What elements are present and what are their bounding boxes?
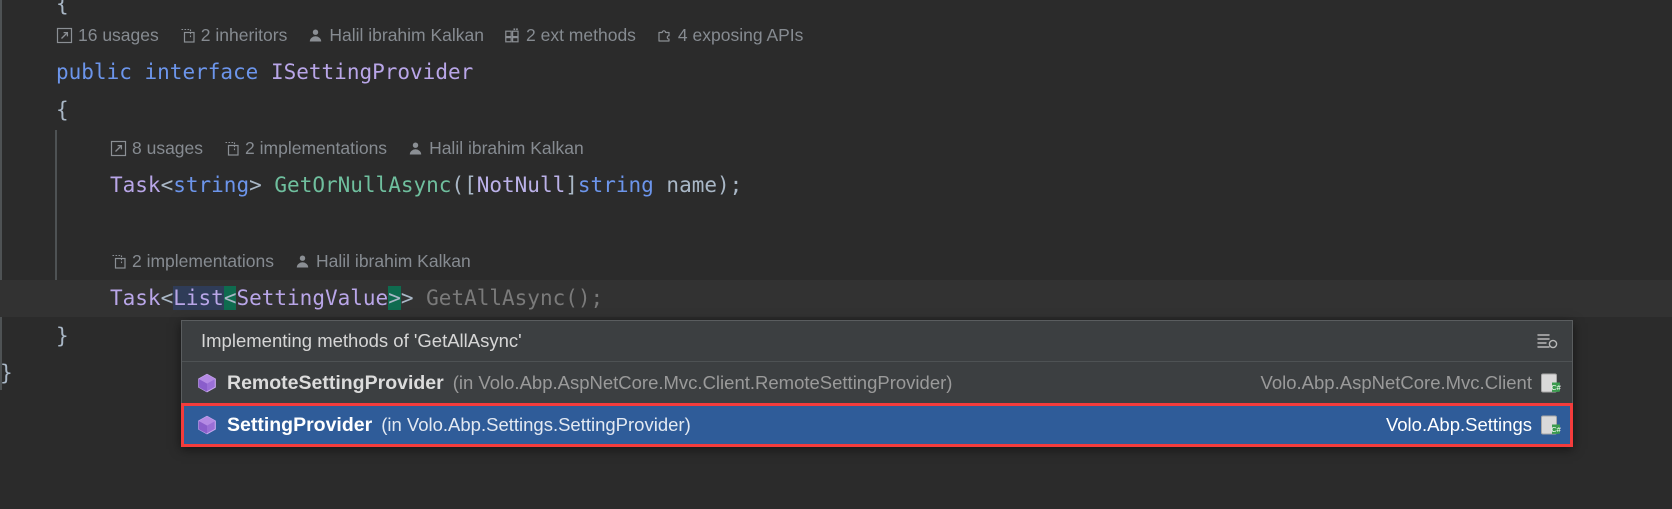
implementing-methods-popup[interactable]: Implementing methods of 'GetAllAsync' Re… <box>181 320 1573 447</box>
inlay-hint-author-person[interactable]: Halil ibrahim Kalkan <box>307 20 484 50</box>
inlay-hint-implementations[interactable]: 2 implementations <box>110 246 274 276</box>
code-token: List <box>173 286 224 310</box>
code-token: SettingValue <box>236 286 389 310</box>
code-token: < <box>160 173 174 197</box>
author-person-icon <box>294 253 311 270</box>
code-token: string <box>173 173 250 197</box>
code-token: public <box>56 60 132 84</box>
implementation-module: Volo.Abp.Settings <box>1385 414 1532 435</box>
code-token: ( <box>451 173 465 197</box>
code-token: GetOrNullAsync <box>274 173 452 197</box>
inlay-hint-ext-methods-grid[interactable]: 2 ext methods <box>504 20 636 50</box>
svg-text:C#: C# <box>1551 383 1561 392</box>
code-token: (); <box>565 286 604 310</box>
implementations-list[interactable]: RemoteSettingProvider (in Volo.Abp.AspNet… <box>181 362 1573 447</box>
popup-header: Implementing methods of 'GetAllAsync' <box>182 321 1572 362</box>
implementations-icon <box>110 253 127 270</box>
ext-methods-grid-icon <box>504 27 521 44</box>
code-token: NotNull <box>476 173 566 197</box>
inlay-hint-implementations[interactable]: 2 implementations <box>223 133 387 163</box>
usages-arrow-icon <box>56 27 73 44</box>
implementation-module: Volo.Abp.AspNetCore.Mvc.Client <box>1260 372 1532 393</box>
code-token: { <box>56 98 69 122</box>
code-token: ] <box>565 173 578 197</box>
implementation-location: (in Volo.Abp.Settings.SettingProvider) <box>381 414 691 435</box>
code-token: GetAllAsync <box>426 286 566 310</box>
inlay-hint-label: 16 usages <box>78 25 159 45</box>
inlay-hint-line: 16 usages 2 inheritors Halil ibrahim Kal… <box>0 20 1672 50</box>
code-line[interactable]: public interface ISettingProvider <box>0 54 1672 91</box>
author-person-icon <box>407 140 424 157</box>
implementation-module-group: Volo.Abp.AspNetCore.Mvc.Client C# <box>1261 372 1566 394</box>
implementation-row[interactable]: SettingProvider (in Volo.Abp.Settings.Set… <box>181 403 1573 447</box>
inlay-hint-label: 2 ext methods <box>526 25 636 45</box>
code-token: > <box>249 173 262 197</box>
code-token: < <box>223 286 237 310</box>
inlay-hint-label: 4 exposing APIs <box>677 25 804 45</box>
inlay-hint-label: 8 usages <box>132 138 204 158</box>
author-person-icon <box>307 27 324 44</box>
code-token: { <box>56 0 69 16</box>
inlay-hint-author-person[interactable]: Halil ibrahim Kalkan <box>294 246 471 276</box>
code-token: string <box>577 173 654 197</box>
code-token: ); <box>717 173 743 197</box>
code-token: [ <box>464 173 477 197</box>
inlay-hint-inheritors[interactable]: 2 inheritors <box>179 20 288 50</box>
code-token: Task <box>110 286 161 310</box>
usages-arrow-icon <box>110 140 127 157</box>
inlay-hint-label: Halil ibrahim Kalkan <box>329 25 484 45</box>
code-token: interface <box>144 60 259 84</box>
inlay-hint-usages-arrow[interactable]: 8 usages <box>110 133 203 163</box>
csharp-project-icon: C# <box>1540 414 1562 436</box>
exposing-apis-puzzle-icon <box>656 27 673 44</box>
implementation-row[interactable]: RemoteSettingProvider (in Volo.Abp.AspNet… <box>182 362 1572 404</box>
inlay-hint-label: 2 implementations <box>132 251 275 271</box>
popup-header-actions[interactable] <box>1534 328 1560 354</box>
show-options-menu-icon[interactable] <box>1534 328 1560 354</box>
code-token: } <box>56 324 69 348</box>
inheritors-icon <box>179 27 196 44</box>
implementation-module-group: Volo.Abp.Settings C# <box>1386 414 1566 436</box>
code-line[interactable]: Task<string> GetOrNullAsync([NotNull]str… <box>0 167 1672 204</box>
code-line[interactable]: Task<List<SettingValue>> GetAllAsync(); <box>0 280 1672 317</box>
inlay-hint-label: 2 implementations <box>245 138 388 158</box>
class-symbol-icon <box>196 414 218 436</box>
inlay-hint-label: 2 inheritors <box>200 25 288 45</box>
code-token: < <box>160 286 174 310</box>
code-token: ISettingProvider <box>270 60 474 84</box>
inlay-hint-exposing-apis-puzzle[interactable]: 4 exposing APIs <box>656 20 804 50</box>
csharp-project-icon: C# <box>1540 372 1562 394</box>
inlay-hint-label: Halil ibrahim Kalkan <box>316 251 471 271</box>
svg-text:C#: C# <box>1551 425 1561 434</box>
code-token: name <box>666 173 717 197</box>
popup-title: Implementing methods of 'GetAllAsync' <box>201 330 522 351</box>
implementation-location: (in Volo.Abp.AspNetCore.Mvc.Client.Remot… <box>452 372 953 393</box>
code-line[interactable]: { <box>0 92 1672 129</box>
code-token: } <box>0 361 13 385</box>
implementation-name: RemoteSettingProvider <box>227 371 444 394</box>
implementation-name: SettingProvider <box>227 413 373 436</box>
inlay-hint-label: Halil ibrahim Kalkan <box>429 138 584 158</box>
code-token: Task <box>110 173 161 197</box>
inlay-hint-usages-arrow[interactable]: 16 usages <box>56 20 159 50</box>
class-symbol-icon <box>196 372 218 394</box>
code-token: > <box>388 286 401 310</box>
inlay-hint-line: 8 usages 2 implementations Halil ibrahim… <box>0 133 1672 163</box>
inlay-hint-line: 2 implementations Halil ibrahim Kalkan <box>0 246 1672 276</box>
code-token: > <box>400 286 414 310</box>
inlay-hint-author-person[interactable]: Halil ibrahim Kalkan <box>407 133 584 163</box>
implementations-icon <box>223 140 240 157</box>
